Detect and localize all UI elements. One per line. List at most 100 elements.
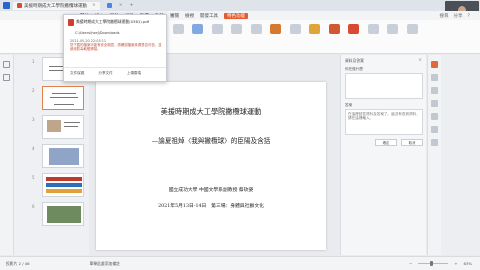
download-warning: 您下載的檔案可能有安全風險，請確認檔案來源是否可信，並使用防毒軟體掃描。 [70, 43, 162, 52]
smartart-icon [328, 24, 340, 34]
right-toolbar [427, 55, 441, 255]
zoom-controls: − + 63% [409, 261, 472, 266]
share-file-button[interactable]: 分享文件 [98, 71, 112, 76]
upload-button[interactable]: 上傳雲端 [127, 71, 141, 76]
slide-thumb-3[interactable] [42, 115, 84, 139]
new-tab-icon[interactable]: + [130, 3, 134, 8]
download-popup: 美援時期成大工學院撇欖球運動(0361).pdf C:\Users\hsej\D… [63, 14, 167, 82]
thumb-banner [46, 177, 82, 181]
design-icon[interactable] [431, 87, 438, 94]
zoom-in-icon[interactable]: + [454, 261, 457, 266]
status-bar: 投影片 2 / 46 單擊此處添加備註 − + 63% [0, 256, 480, 270]
right-panel: 資料及答案 × 你在做什麼 答案 在這裡回答資料及答案了。還沒有查到資料，請在這… [340, 55, 426, 255]
find-icon [367, 24, 379, 34]
settings-icon[interactable] [431, 139, 438, 146]
tab-title: 美援時期成大工學院撇欖球運動 [24, 3, 87, 9]
properties-icon[interactable] [431, 61, 438, 68]
panel-input[interactable] [345, 73, 423, 99]
ribbon-tool-settings[interactable] [401, 24, 423, 36]
thumb-line [52, 93, 76, 95]
popup-actions: 文件保護 分享文件 上傳雲端 [70, 71, 141, 76]
pdf-icon [17, 3, 22, 8]
thumb-image [47, 206, 81, 223]
thumb-line [50, 97, 78, 99]
shape-icon [192, 24, 203, 34]
app-icon[interactable] [3, 2, 10, 9]
thumb-number: 5 [32, 175, 35, 180]
thumb-number: 1 [32, 59, 35, 64]
zoom-slider[interactable] [418, 261, 449, 265]
thumb-line [54, 104, 74, 106]
format-icon[interactable] [431, 100, 438, 107]
close-icon[interactable]: × [119, 3, 123, 8]
slide-author[interactable]: 國立成功大學 中國文學系副教授 蔡玫姿 [96, 186, 326, 193]
close-icon[interactable]: × [418, 58, 422, 63]
document-tab[interactable]: 美援時期成大工學院撇欖球運動 × [13, 1, 100, 10]
outline-view-icon[interactable] [3, 74, 10, 81]
slide-subtitle[interactable]: —論夏祖焯〈我與撇欖球〉的臣陽及含括 [96, 135, 326, 145]
thumb-image [49, 148, 79, 165]
slide-thumb-4[interactable] [42, 144, 84, 168]
slide-thumb-2[interactable] [42, 86, 84, 110]
panel-title: 資料及答案 [345, 58, 364, 63]
thumb-image [47, 120, 61, 132]
thumb-banner [46, 189, 82, 193]
panel-answer-box[interactable]: 在這裡回答資料及答案了。還沒有查到資料，請在這裡輸入。 [345, 109, 423, 135]
thumb-line [64, 126, 78, 128]
thumb-line [64, 122, 80, 124]
thumb-number: 6 [32, 204, 35, 209]
protect-button[interactable]: 文件保護 [70, 71, 84, 76]
menu-special[interactable]: 特色功能 [224, 12, 248, 19]
animation-icon[interactable] [431, 74, 438, 81]
layout-icon [172, 24, 184, 34]
thumb-number: 4 [32, 146, 35, 151]
download-filename[interactable]: 美援時期成大工學院撇欖球運動(0361).pdf [76, 19, 150, 24]
zoom-out-icon[interactable]: − [409, 261, 412, 266]
cancel-button[interactable]: 取消 [401, 139, 423, 146]
select-icon [387, 24, 398, 34]
search-button[interactable]: 搜尋 [440, 13, 449, 19]
side-gutter [441, 55, 480, 255]
menu-right: 搜尋 分享 ？ [440, 13, 473, 19]
settings-icon [406, 24, 418, 34]
table-icon [289, 24, 301, 34]
menu-review[interactable]: 審閱 [170, 13, 179, 19]
slide-thumb-6[interactable] [42, 202, 84, 226]
thumb-banner [46, 183, 82, 187]
download-info: 2021-05-20 22:03:11 您下載的檔案可能有安全風險，請確認檔案來… [70, 39, 162, 52]
transition-icon[interactable] [431, 113, 438, 120]
slides-view-icon[interactable] [3, 61, 10, 68]
zoom-level[interactable]: 63% [464, 261, 472, 266]
download-path[interactable]: C:\Users\hsej\Downloads [75, 31, 120, 35]
slide-canvas[interactable]: 美援時期成大工學院撇欖球運動 —論夏祖焯〈我與撇欖球〉的臣陽及含括 國立成功大學… [96, 82, 326, 250]
menu-view[interactable]: 檢視 [185, 13, 194, 19]
picture-icon [270, 24, 281, 34]
close-icon[interactable]: × [92, 3, 96, 8]
panel-label: 你在做什麼 [345, 67, 363, 71]
font-icon [231, 24, 242, 34]
slide-info: 投影片 2 / 46 [6, 260, 30, 266]
slide-thumb-5[interactable] [42, 173, 84, 197]
slide-thumbnails: 1 2 3 4 5 6 [14, 55, 89, 255]
divider [64, 67, 166, 68]
notes-placeholder[interactable]: 單擊此處添加備註 [90, 261, 120, 267]
comment-icon[interactable] [431, 126, 438, 133]
thumb-number: 3 [32, 117, 35, 122]
pdf-icon [68, 19, 74, 26]
panel-label: 答案 [345, 103, 353, 107]
menu-developer[interactable]: 開發工具 [200, 13, 218, 19]
slide-title[interactable]: 美援時期成大工學院撇欖球運動 [96, 107, 326, 117]
share-button[interactable]: 分享 [454, 13, 463, 19]
document-tab-2[interactable]: × [103, 2, 127, 10]
title-bar: 美援時期成大工學院撇欖球運動 × × + — □ ✕ [0, 0, 480, 11]
help-button[interactable]: ？ [468, 13, 473, 19]
align-icon [250, 24, 262, 34]
left-toolbar [0, 55, 14, 255]
slide-event[interactable]: 2021年5月13日-14日 第三場：身體與社群文化 [96, 202, 326, 209]
textbox-icon [211, 24, 223, 34]
chart-icon [309, 24, 320, 34]
panel-answer-text: 在這裡回答資料及答案了。還沒有查到資料，請在這裡輸入。 [348, 112, 420, 121]
confirm-button[interactable]: 確定 [375, 139, 397, 146]
document-icon [106, 3, 112, 8]
thumb-number: 2 [32, 88, 35, 93]
